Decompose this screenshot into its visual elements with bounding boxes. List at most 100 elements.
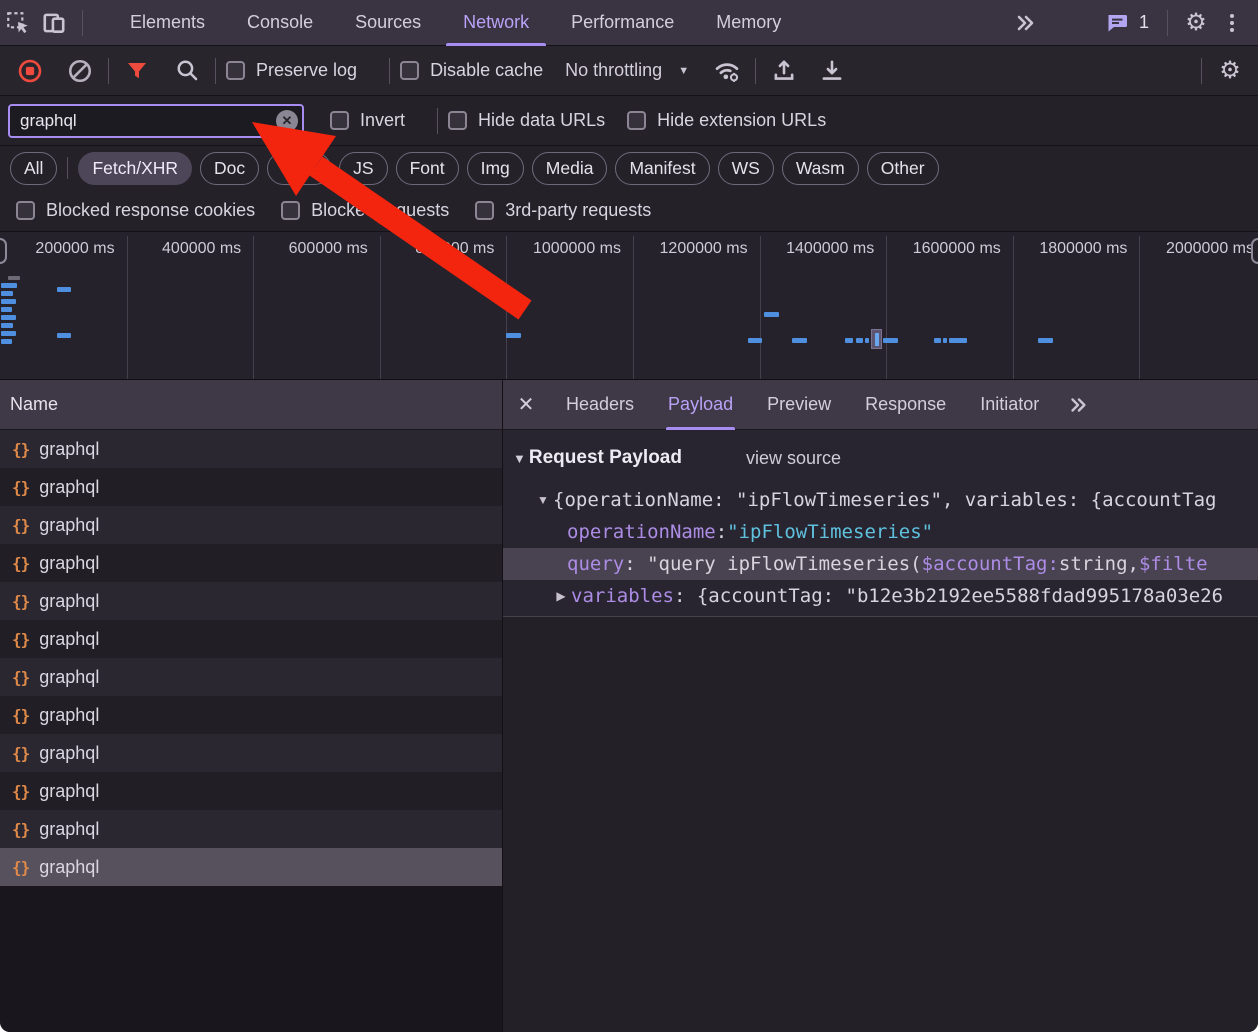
- filter-chip-doc[interactable]: Doc: [200, 152, 259, 185]
- table-row[interactable]: {}graphql: [0, 430, 502, 468]
- request-name: graphql: [39, 781, 99, 802]
- tab-headers[interactable]: Headers: [549, 380, 651, 430]
- table-row[interactable]: {}graphql: [0, 620, 502, 658]
- network-filter-row: ✕ Invert Hide data URLs Hide extension U…: [0, 96, 1258, 146]
- collapsed-triangle-icon[interactable]: ▶: [551, 589, 571, 603]
- console-drawer-messages-icon[interactable]: [1099, 5, 1135, 41]
- timeline-tick-label: 400000 ms: [162, 240, 241, 258]
- option-label: Blocked requests: [311, 200, 449, 221]
- waterfall-bar: [856, 338, 863, 343]
- clear-filter-icon[interactable]: ✕: [276, 110, 298, 132]
- clear-network-log-icon[interactable]: [62, 53, 98, 89]
- table-row[interactable]: {}graphql: [0, 468, 502, 506]
- tab-console[interactable]: Console: [226, 0, 334, 45]
- timeline-tick-label: 1400000 ms: [786, 240, 874, 258]
- more-tabs-icon[interactable]: [1007, 5, 1043, 41]
- table-row[interactable]: {}graphql: [0, 544, 502, 582]
- record-network-log-icon[interactable]: [12, 53, 48, 89]
- table-row[interactable]: {}graphql: [0, 696, 502, 734]
- tab-response[interactable]: Response: [848, 380, 963, 430]
- timeline-left-scroll-nub[interactable]: [0, 238, 7, 264]
- timeline-right-scroll-nub[interactable]: [1251, 238, 1258, 264]
- tab-performance[interactable]: Performance: [550, 0, 695, 45]
- request-name: graphql: [39, 515, 99, 536]
- payload-tree-row[interactable]: ▶variables: {accountTag: "b12e3b2192ee55…: [503, 580, 1258, 612]
- tab-initiator[interactable]: Initiator: [963, 380, 1056, 430]
- timeline-tick-label: 1200000 ms: [660, 240, 748, 258]
- filter-chip-all[interactable]: All: [10, 152, 57, 185]
- throttling-dropdown[interactable]: No throttling ▼: [565, 60, 689, 81]
- timeline-gridline: [1139, 236, 1140, 379]
- waterfall-bar: [1038, 338, 1053, 343]
- close-details-icon[interactable]: ✕: [503, 380, 549, 430]
- table-row[interactable]: {}graphql: [0, 506, 502, 544]
- table-row[interactable]: {}graphql: [0, 772, 502, 810]
- filter-chip-font[interactable]: Font: [396, 152, 459, 185]
- inspect-element-icon[interactable]: [0, 5, 36, 41]
- network-conditions-icon[interactable]: [709, 53, 745, 89]
- waterfall-bar: [792, 338, 807, 343]
- filter-input[interactable]: [10, 111, 270, 131]
- network-settings-gear-icon[interactable]: ⚙: [1212, 53, 1248, 89]
- disable-cache-checkbox[interactable]: [400, 61, 419, 80]
- tab-sources[interactable]: Sources: [334, 0, 442, 45]
- 3rd-party-requests-checkbox[interactable]: [475, 201, 494, 220]
- filter-chip-wasm[interactable]: Wasm: [782, 152, 859, 185]
- payload-segment-key: $filte: [1139, 553, 1208, 575]
- table-row[interactable]: {}graphql: [0, 582, 502, 620]
- payload-tree-row[interactable]: operationName: "ipFlowTimeseries": [503, 516, 1258, 548]
- view-source-link[interactable]: view source: [746, 448, 841, 469]
- waterfall-bar: [1, 339, 12, 344]
- tab-memory[interactable]: Memory: [695, 0, 802, 45]
- payload-segment-plain: :: [716, 521, 727, 543]
- request-payload-header[interactable]: ▼ Request Payload view source: [503, 442, 1258, 474]
- invert-control: Invert: [330, 110, 405, 131]
- filter-chip-fetch-xhr[interactable]: Fetch/XHR: [78, 152, 192, 185]
- request-name: graphql: [39, 743, 99, 764]
- tab-elements[interactable]: Elements: [109, 0, 226, 45]
- timeline-tick-label: 2000000 ms: [1166, 240, 1254, 258]
- export-har-icon[interactable]: [814, 53, 850, 89]
- payload-segment-string: "ipFlowTimeseries": [727, 521, 933, 543]
- import-har-icon[interactable]: [766, 53, 802, 89]
- invert-checkbox[interactable]: [330, 111, 349, 130]
- more-details-tabs-icon[interactable]: [1060, 387, 1096, 423]
- payload-tree-row[interactable]: ▼{operationName: "ipFlowTimeseries", var…: [503, 484, 1258, 516]
- table-row[interactable]: {}graphql: [0, 848, 502, 886]
- filter-chip-other[interactable]: Other: [867, 152, 939, 185]
- blocked-requests-checkbox[interactable]: [281, 201, 300, 220]
- payload-tree-row[interactable]: query: "query ipFlowTimeseries($accountT…: [503, 548, 1258, 580]
- filter-chip-js[interactable]: JS: [339, 152, 387, 185]
- filter-icon[interactable]: [119, 53, 155, 89]
- table-row[interactable]: {}graphql: [0, 658, 502, 696]
- hide-extension-urls-checkbox[interactable]: [627, 111, 646, 130]
- request-name: graphql: [39, 439, 99, 460]
- table-row[interactable]: {}graphql: [0, 810, 502, 848]
- table-row[interactable]: {}graphql: [0, 734, 502, 772]
- hide-data-urls-checkbox[interactable]: [448, 111, 467, 130]
- settings-gear-icon[interactable]: ⚙: [1178, 5, 1214, 41]
- network-overview-timeline[interactable]: 200000 ms400000 ms600000 ms800000 ms1000…: [0, 232, 1258, 380]
- waterfall-bar: [1, 331, 16, 336]
- filter-chip-css[interactable]: CSS: [267, 152, 331, 185]
- name-column-header[interactable]: Name: [0, 380, 502, 430]
- payload-segment-plain: : "query ipFlowTimeseries(: [624, 553, 921, 575]
- device-toolbar-icon[interactable]: [36, 5, 72, 41]
- preserve-log-checkbox[interactable]: [226, 61, 245, 80]
- expanded-triangle-icon[interactable]: ▼: [533, 493, 553, 507]
- json-braces-icon: {}: [12, 592, 29, 611]
- search-icon[interactable]: [169, 53, 205, 89]
- filter-chip-manifest[interactable]: Manifest: [615, 152, 709, 185]
- filter-chip-ws[interactable]: WS: [718, 152, 774, 185]
- filter-chip-img[interactable]: Img: [467, 152, 524, 185]
- tab-network[interactable]: Network: [442, 0, 550, 45]
- tab-preview[interactable]: Preview: [750, 380, 848, 430]
- blocked-response-cookies-checkbox[interactable]: [16, 201, 35, 220]
- timeline-tick-label: 800000 ms: [415, 240, 494, 258]
- tab-payload[interactable]: Payload: [651, 380, 750, 430]
- filter-chip-media[interactable]: Media: [532, 152, 608, 185]
- payload-segment-key: operationName: [567, 521, 716, 543]
- network-toolbar: Preserve log Disable cache No throttling…: [0, 46, 1258, 96]
- divider: [82, 10, 83, 36]
- customize-menu-kebab-icon[interactable]: [1214, 5, 1250, 41]
